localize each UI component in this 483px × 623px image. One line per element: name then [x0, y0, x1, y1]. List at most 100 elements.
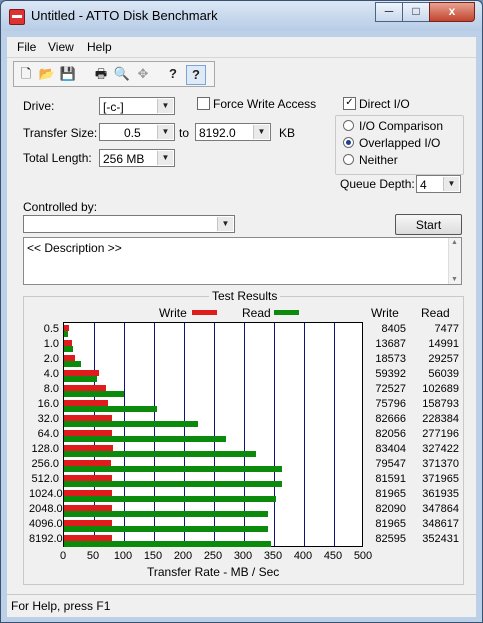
x-tick-label: 300 — [233, 550, 253, 562]
queue-depth-label: Queue Depth: — [340, 177, 415, 191]
y-tick-label: 0.5 — [43, 323, 59, 335]
print-icon[interactable]: 🖶 — [92, 65, 110, 83]
read-bar — [64, 406, 158, 412]
menu-help[interactable]: Help — [87, 40, 112, 54]
read-value: 347864 — [422, 503, 459, 515]
drive-label: Drive: — [23, 99, 55, 113]
save-disk-icon[interactable]: 💾 — [59, 65, 77, 83]
maximize-button[interactable]: □ — [402, 2, 430, 22]
x-tick-label: 250 — [203, 550, 223, 562]
total-length-label: Total Length: — [23, 151, 92, 165]
menu-file[interactable]: File — [17, 40, 36, 54]
queue-depth-value: 4 — [420, 178, 427, 192]
chevron-down-icon: ▼ — [217, 217, 233, 231]
print-preview-icon[interactable]: 🔍 — [113, 65, 131, 83]
toolbar: 🗋 📂 💾 🖶 🔍 ✥ ? ? — [7, 57, 476, 88]
write-value: 79547 — [375, 458, 406, 470]
new-document-icon[interactable]: 🗋 — [17, 65, 35, 83]
x-tick-label: 350 — [263, 550, 283, 562]
y-tick-label: 512.0 — [31, 473, 59, 485]
read-bar — [64, 361, 82, 367]
x-tick-label: 450 — [323, 550, 343, 562]
x-tick-label: 0 — [59, 550, 67, 562]
read-legend-label: Read — [242, 306, 271, 320]
read-bar — [64, 331, 69, 337]
open-folder-icon[interactable]: 📂 — [38, 65, 56, 83]
read-value: 7477 — [434, 323, 459, 335]
force-write-checkbox[interactable] — [197, 97, 210, 110]
read-bar — [64, 541, 271, 547]
read-value: 29257 — [428, 353, 459, 365]
read-value: 14991 — [428, 338, 459, 350]
read-value: 371965 — [422, 473, 459, 485]
read-bar — [64, 466, 282, 472]
queue-depth-select[interactable]: 4 ▼ — [416, 175, 461, 193]
scroll-down-icon[interactable]: ▼ — [451, 276, 458, 283]
grid-line — [274, 323, 275, 546]
kb-label: KB — [279, 126, 296, 140]
neither-radio[interactable] — [343, 154, 354, 165]
io-comparison-label: I/O Comparison — [359, 119, 444, 133]
write-legend-label: Write — [159, 306, 187, 320]
y-tick-label: 2.0 — [43, 353, 59, 365]
read-value: 228384 — [422, 413, 459, 425]
chevron-down-icon: ▼ — [157, 151, 173, 165]
overlapped-io-label: Overlapped I/O — [359, 136, 441, 150]
overlapped-io-radio[interactable] — [343, 137, 354, 148]
controlled-by-label: Controlled by: — [23, 200, 98, 214]
read-bar — [64, 376, 97, 382]
y-tick-label: 16.0 — [37, 398, 59, 410]
move-crosshair-icon[interactable]: ✥ — [134, 65, 152, 83]
drive-select[interactable]: [-c-] ▼ — [99, 97, 175, 115]
x-tick-label: 400 — [293, 550, 313, 562]
transfer-to-value: 8192.0 — [199, 126, 236, 140]
direct-io-label: Direct I/O — [359, 97, 410, 111]
menu-view[interactable]: View — [48, 40, 74, 54]
total-length-select[interactable]: 256 MB ▼ — [99, 149, 175, 167]
write-value: 59392 — [375, 368, 406, 380]
total-length-value: 256 MB — [103, 152, 145, 166]
y-tick-label: 128.0 — [31, 443, 59, 455]
read-bar — [64, 511, 268, 517]
direct-io-checkbox[interactable]: ✓ — [343, 97, 356, 110]
transfer-size-from-select[interactable]: 0.5 ▼ — [99, 123, 175, 141]
read-bar — [64, 436, 227, 442]
write-value: 81591 — [375, 473, 406, 485]
io-comparison-radio[interactable] — [343, 120, 354, 131]
scroll-up-icon[interactable]: ▲ — [451, 239, 458, 246]
write-value: 8405 — [381, 323, 406, 335]
read-column-header: Read — [421, 306, 450, 320]
y-tick-label: 2048.0 — [29, 503, 63, 515]
read-bar — [64, 496, 277, 502]
write-value: 75796 — [375, 398, 406, 410]
read-value: 158793 — [422, 398, 459, 410]
close-button[interactable]: x — [429, 2, 475, 22]
write-legend-swatch — [192, 310, 217, 315]
app-window: Untitled - ATTO Disk Benchmark ─ □ x Fil… — [0, 0, 483, 623]
description-box[interactable]: << Description >> ▲ ▼ — [23, 237, 462, 285]
transfer-size-to-select[interactable]: 8192.0 ▼ — [195, 123, 271, 141]
read-bar — [64, 451, 256, 457]
test-results-group: Test Results Write Read Write Read Trans… — [23, 289, 464, 585]
atto-app-icon[interactable] — [9, 9, 25, 25]
chevron-down-icon: ▼ — [443, 177, 459, 191]
minimize-button[interactable]: ─ — [375, 2, 403, 22]
description-scrollbar[interactable]: ▲ ▼ — [448, 238, 461, 284]
write-value: 82056 — [375, 428, 406, 440]
write-value: 81965 — [375, 518, 406, 530]
help-icon[interactable]: ? — [164, 65, 182, 83]
read-value: 277196 — [422, 428, 459, 440]
controlled-by-select[interactable]: ▼ — [23, 215, 235, 233]
transfer-size-label: Transfer Size: — [23, 126, 98, 140]
write-value: 81965 — [375, 488, 406, 500]
write-value: 72527 — [375, 383, 406, 395]
title-bar[interactable]: Untitled - ATTO Disk Benchmark ─ □ x — [1, 1, 482, 31]
context-help-icon[interactable]: ? — [186, 65, 206, 85]
y-tick-label: 8192.0 — [29, 533, 63, 545]
write-value: 13687 — [375, 338, 406, 350]
write-column-header: Write — [371, 306, 399, 320]
window-title: Untitled - ATTO Disk Benchmark — [31, 8, 218, 23]
main-panel: Drive: [-c-] ▼ Force Write Access ✓ Dire… — [7, 87, 476, 594]
chevron-down-icon: ▼ — [157, 99, 173, 113]
start-button[interactable]: Start — [395, 214, 462, 235]
